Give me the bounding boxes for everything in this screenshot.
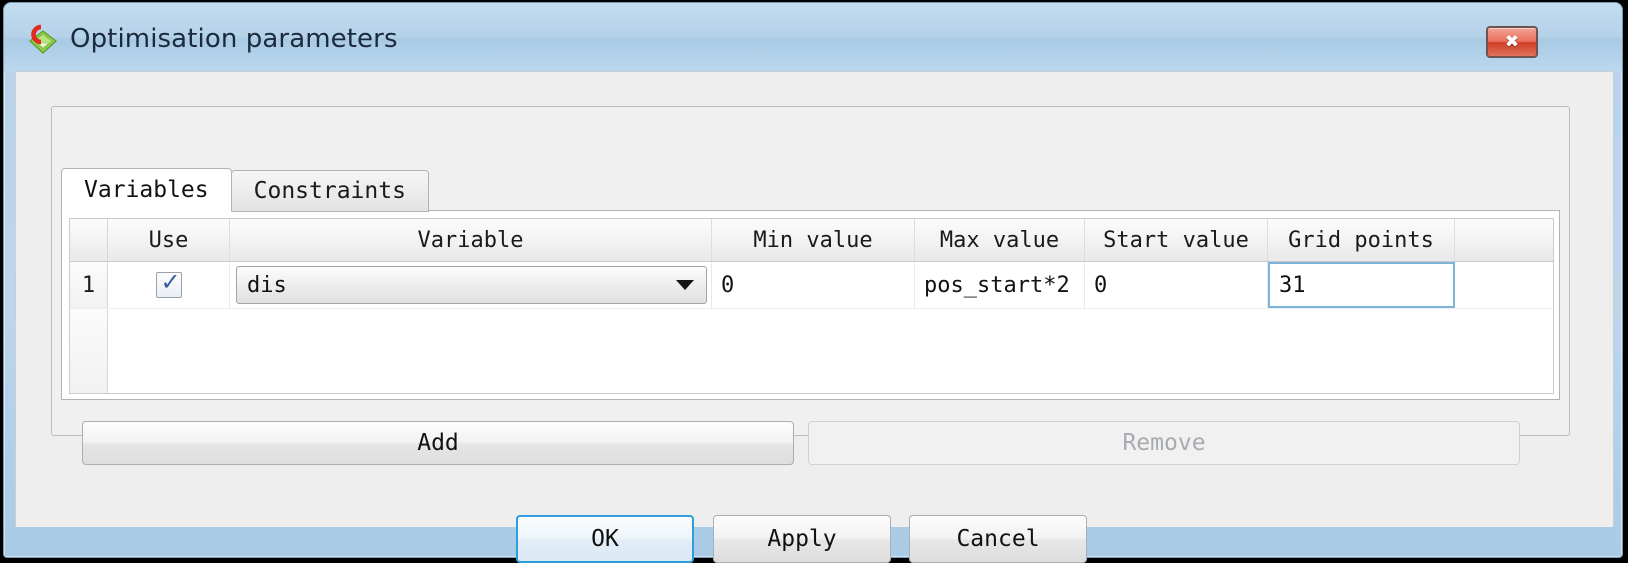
tab-strip: Variables Constraints: [61, 168, 429, 212]
ok-button[interactable]: OK: [516, 515, 694, 563]
cell-use[interactable]: ✓: [108, 262, 230, 308]
window-title: Optimisation parameters: [70, 24, 398, 54]
row-number-cell[interactable]: 1: [70, 262, 108, 308]
variable-combobox-value: dis: [247, 272, 287, 298]
dialog-client-area: Variables Constraints Use Variable Min v…: [15, 71, 1614, 563]
row-number-header: [70, 219, 108, 261]
table-empty-area: [70, 309, 1553, 393]
column-header-max-value-label: Max value: [939, 227, 1060, 253]
column-header-start-value: Start value: [1085, 219, 1268, 261]
variable-combobox[interactable]: dis: [236, 266, 707, 304]
column-header-grid-points-label: Grid points: [1288, 227, 1434, 253]
column-header-min-value-label: Min value: [753, 227, 873, 253]
column-header-max-value: Max value: [915, 219, 1085, 261]
add-button-label: Add: [417, 430, 459, 456]
grid-points-input[interactable]: 31: [1270, 273, 1453, 298]
table-empty-body: [108, 309, 1553, 393]
cell-grid-points[interactable]: 31: [1268, 262, 1455, 308]
close-button[interactable]: ✖: [1486, 26, 1538, 58]
tab-variables-label: Variables: [84, 177, 209, 203]
checkmark-icon: ✓: [160, 268, 181, 296]
cancel-button-label: Cancel: [956, 526, 1040, 552]
title-bar[interactable]: Optimisation parameters ✖: [4, 3, 1622, 73]
cell-min-value[interactable]: 0: [712, 262, 915, 308]
tab-constraints[interactable]: Constraints: [230, 170, 429, 212]
apply-button-label: Apply: [767, 526, 837, 552]
column-header-spacer: [1455, 219, 1553, 261]
close-icon: ✖: [1504, 31, 1520, 52]
column-header-grid-points: Grid points: [1268, 219, 1455, 261]
use-checkbox[interactable]: ✓: [155, 268, 182, 298]
dialog-window: Optimisation parameters ✖ Variables Cons…: [3, 2, 1623, 563]
start-value-input[interactable]: 0: [1085, 273, 1267, 298]
table-header-row: Use Variable Min value Max value Start v…: [70, 219, 1553, 262]
app-icon: [29, 24, 57, 54]
cell-start-value[interactable]: 0: [1085, 262, 1268, 308]
remove-button: Remove: [808, 421, 1520, 465]
table-row[interactable]: 1 ✓ dis 0 pos_start*2 0 31: [70, 262, 1553, 309]
column-header-use: Use: [108, 219, 230, 261]
column-header-variable: Variable: [230, 219, 712, 261]
chevron-down-icon: [676, 280, 694, 290]
min-value-input[interactable]: 0: [712, 273, 914, 298]
add-button[interactable]: Add: [82, 421, 794, 465]
cell-spacer: [1455, 262, 1553, 308]
cell-variable[interactable]: dis: [230, 262, 712, 308]
variables-table: Use Variable Min value Max value Start v…: [69, 218, 1554, 394]
tab-constraints-label: Constraints: [253, 178, 406, 204]
row-number-label: 1: [81, 272, 96, 298]
column-header-variable-label: Variable: [417, 227, 524, 253]
column-header-start-value-label: Start value: [1103, 227, 1249, 253]
ok-button-label: OK: [591, 526, 619, 552]
column-header-use-label: Use: [148, 227, 189, 253]
max-value-input[interactable]: pos_start*2: [915, 273, 1084, 298]
remove-button-label: Remove: [1122, 430, 1206, 456]
cell-max-value[interactable]: pos_start*2: [915, 262, 1085, 308]
apply-button[interactable]: Apply: [713, 515, 891, 563]
tab-variables[interactable]: Variables: [61, 168, 232, 212]
row-number-gutter-filler: [70, 309, 108, 393]
column-header-min-value: Min value: [712, 219, 915, 261]
variables-tab-page: Use Variable Min value Max value Start v…: [61, 210, 1560, 400]
cancel-button[interactable]: Cancel: [909, 515, 1087, 563]
